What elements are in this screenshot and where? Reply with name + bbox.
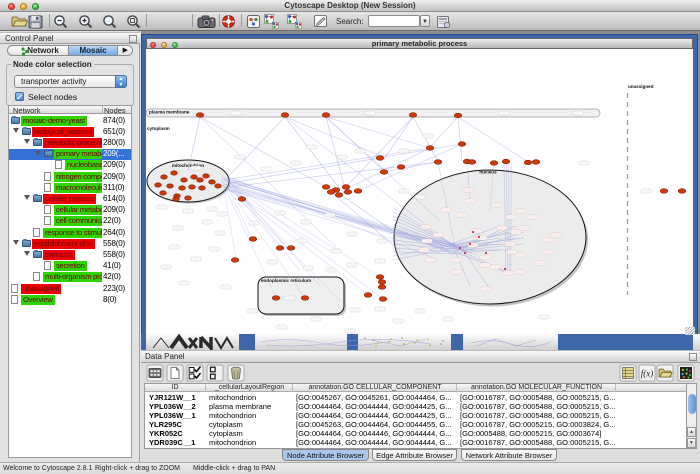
svg-text:unassigned: unassigned	[628, 84, 654, 89]
svg-text:plasma membrane: plasma membrane	[149, 110, 190, 115]
svg-text:cytoplasm: cytoplasm	[147, 126, 170, 131]
svg-text:nucleus: nucleus	[479, 170, 497, 175]
svg-text:f(x): f(x)	[641, 369, 654, 379]
